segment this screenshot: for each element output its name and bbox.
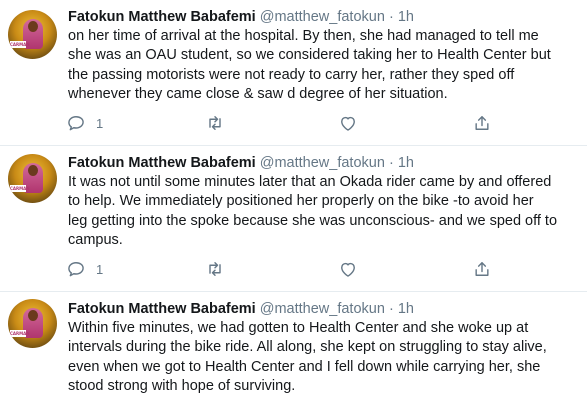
- tweet-text-line: whenever they came close & saw d degree …: [68, 86, 448, 103]
- reply-count: 1: [96, 115, 104, 131]
- retweet-button[interactable]: [204, 113, 226, 133]
- reply-button[interactable]: 1: [66, 113, 103, 133]
- tweet-thread: CARMAN Fatokun Matthew Babafemi @matthew…: [0, 0, 587, 401]
- reply-button[interactable]: 1: [66, 259, 103, 279]
- avatar-badge: CARMAN: [10, 41, 30, 48]
- reply-count: 1: [96, 261, 104, 277]
- timestamp[interactable]: 1h: [398, 155, 414, 171]
- tweet-text: on her time of arrival at the hospital. …: [68, 27, 580, 105]
- tweet[interactable]: CARMAN Fatokun Matthew Babafemi @matthew…: [0, 146, 587, 292]
- reply-icon: [68, 262, 84, 277]
- timestamp[interactable]: 1h: [398, 301, 414, 317]
- author-name[interactable]: Fatokun Matthew Babafemi: [68, 155, 256, 171]
- tweet-text-line: stood strong with hope of surviving.: [68, 378, 296, 395]
- share-button[interactable]: [472, 259, 492, 279]
- like-button[interactable]: [338, 113, 358, 133]
- separator: ·: [388, 301, 394, 317]
- tweet-text-line: It was not until some minutes later that…: [68, 174, 552, 190]
- tweet-text-line: to help. We immediately positioned her p…: [68, 193, 534, 210]
- share-button[interactable]: [472, 113, 492, 133]
- tweet-text-line: campus.: [68, 232, 123, 249]
- tweet[interactable]: CARMAN Fatokun Matthew Babafemi @matthew…: [0, 292, 587, 401]
- author-handle[interactable]: @matthew_fatokun: [260, 9, 385, 25]
- tweet-text-line: Within five minutes, we had gotten to He…: [68, 320, 529, 336]
- tweet-text-line: on her time of arrival at the hospital. …: [68, 28, 539, 44]
- tweet-text-line: she was an OAU student, so we considered…: [68, 47, 551, 64]
- tweet-text-line: intervals during the bike ride. All alon…: [68, 339, 547, 356]
- tweet-text-line: even when we got to Health Center and I …: [68, 358, 541, 375]
- tweet-header: Fatokun Matthew Babafemi @matthew_fatoku…: [68, 300, 414, 318]
- retweet-icon: [209, 262, 221, 276]
- avatar[interactable]: CARMAN: [8, 10, 57, 59]
- tweet-header: Fatokun Matthew Babafemi @matthew_fatoku…: [68, 154, 414, 172]
- avatar[interactable]: CARMAN: [8, 154, 57, 203]
- tweet-text: It was not until some minutes later that…: [68, 173, 580, 251]
- avatar-badge: CARMAN: [10, 185, 30, 192]
- heart-icon: [341, 116, 355, 131]
- author-handle[interactable]: @matthew_fatokun: [260, 301, 385, 317]
- avatar-badge: CARMAN: [10, 330, 30, 337]
- retweet-icon: [209, 116, 221, 130]
- author-name[interactable]: Fatokun Matthew Babafemi: [68, 9, 256, 25]
- timestamp[interactable]: 1h: [398, 9, 414, 25]
- tweet-header: Fatokun Matthew Babafemi @matthew_fatoku…: [68, 8, 414, 26]
- share-icon: [475, 116, 489, 130]
- separator: ·: [388, 155, 394, 171]
- tweet[interactable]: CARMAN Fatokun Matthew Babafemi @matthew…: [0, 0, 587, 146]
- like-button[interactable]: [338, 259, 358, 279]
- tweet-actions: 1: [66, 113, 506, 133]
- share-icon: [475, 262, 489, 276]
- tweet-text-line: leg getting into the spoke because she w…: [68, 212, 558, 229]
- tweet-text-line: the passing motorists were not ready to …: [68, 66, 515, 83]
- retweet-button[interactable]: [204, 259, 226, 279]
- author-name[interactable]: Fatokun Matthew Babafemi: [68, 301, 256, 317]
- reply-icon: [68, 116, 84, 131]
- tweet-text: Within five minutes, we had gotten to He…: [68, 319, 580, 397]
- heart-icon: [341, 262, 355, 277]
- separator: ·: [388, 9, 394, 25]
- avatar[interactable]: CARMAN: [8, 299, 57, 348]
- tweet-actions: 1: [66, 259, 506, 279]
- author-handle[interactable]: @matthew_fatokun: [260, 155, 385, 171]
